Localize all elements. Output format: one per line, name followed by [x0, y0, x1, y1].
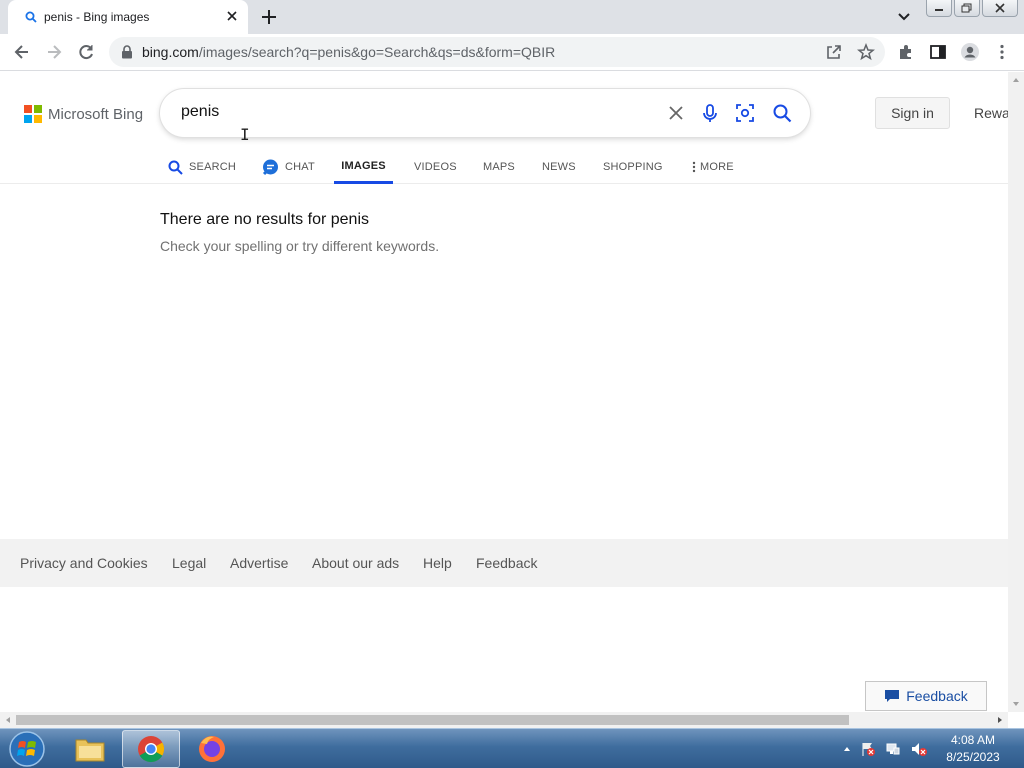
footer-link-privacy[interactable]: Privacy and Cookies: [20, 555, 148, 571]
scroll-right-icon[interactable]: [992, 712, 1008, 728]
extensions-icon[interactable]: [896, 42, 916, 62]
scroll-down-icon[interactable]: [1008, 696, 1024, 712]
tab-title: penis - Bing images: [44, 10, 150, 24]
search-icon: [25, 11, 37, 23]
visual-search-icon[interactable]: [735, 103, 755, 123]
tab-shopping[interactable]: SHOPPING: [603, 150, 663, 184]
search-icon: [168, 160, 183, 175]
chat-icon: [262, 159, 278, 175]
scope-tabs: SEARCH CHAT IMAGES VIDEOS MAPS NEWS SHOP…: [0, 150, 1008, 184]
more-icon: [692, 161, 696, 173]
tab-strip: penis - Bing images: [0, 0, 1024, 34]
new-tab-icon[interactable]: [258, 6, 280, 28]
clock-date: 8/25/2023: [946, 750, 1000, 764]
chrome-icon: [138, 736, 165, 763]
forward-icon[interactable]: [44, 42, 64, 62]
search-box[interactable]: penis: [160, 89, 810, 137]
lock-icon[interactable]: [121, 45, 133, 59]
start-button-icon[interactable]: [6, 730, 48, 768]
scroll-left-icon[interactable]: [0, 712, 16, 728]
close-icon[interactable]: [224, 8, 240, 24]
bing-logo[interactable]: Microsoft Bing: [24, 105, 143, 123]
no-results-suggestion: Check your spelling or try different key…: [160, 238, 440, 254]
side-panel-icon[interactable]: [928, 42, 948, 62]
url-path: /images/search?q=penis&go=Search&qs=ds&f…: [198, 44, 556, 60]
taskbar-chrome[interactable]: [122, 730, 180, 768]
footer-link-feedback[interactable]: Feedback: [476, 555, 537, 571]
browser-toolbar: bing.com/images/search?q=penis&go=Search…: [0, 34, 1024, 71]
horizontal-scrollbar[interactable]: [0, 712, 1008, 728]
tab-search[interactable]: SEARCH: [168, 150, 236, 184]
back-icon[interactable]: [12, 42, 32, 62]
network-icon[interactable]: [885, 741, 901, 757]
minimize-icon: [935, 9, 943, 11]
clock-time: 4:08 AM: [950, 733, 996, 747]
restore-icon: [961, 3, 972, 13]
taskbar-clock[interactable]: 4:08 AM 8/25/2023: [940, 732, 1006, 766]
text-cursor-icon: I: [240, 125, 250, 144]
tab-more-label: MORE: [700, 161, 734, 173]
clear-icon[interactable]: [666, 103, 686, 123]
footer: Privacy and Cookies Legal Advertise Abou…: [0, 539, 1008, 587]
bing-page: Microsoft Bing penis Sign in Rewa SEARCH…: [0, 72, 1008, 712]
url-domain: bing.com: [142, 44, 199, 60]
tab-chat[interactable]: CHAT: [262, 150, 315, 184]
feedback-label: Feedback: [906, 688, 968, 704]
window-controls: [926, 0, 1018, 18]
search-icon[interactable]: [772, 103, 792, 123]
tab-search-label: SEARCH: [189, 161, 237, 173]
vertical-scrollbar[interactable]: [1008, 72, 1024, 712]
volume-muted-icon[interactable]: [910, 741, 928, 757]
close-icon: [995, 3, 1005, 13]
microphone-icon[interactable]: [700, 103, 720, 123]
tab-videos-label: VIDEOS: [414, 161, 457, 173]
footer-link-about-ads[interactable]: About our ads: [312, 555, 399, 571]
sign-in-button[interactable]: Sign in: [875, 97, 950, 129]
tab-news[interactable]: NEWS: [542, 150, 576, 184]
system-tray: [843, 737, 928, 761]
reload-icon[interactable]: [76, 42, 96, 62]
profile-icon[interactable]: [960, 42, 980, 62]
horizontal-scroll-thumb[interactable]: [16, 715, 849, 725]
search-input[interactable]: penis: [181, 103, 219, 121]
footer-link-advertise[interactable]: Advertise: [230, 555, 288, 571]
tab-more[interactable]: MORE: [692, 150, 734, 184]
folder-icon: [75, 739, 105, 762]
chevron-down-icon[interactable]: [895, 8, 913, 26]
tab-maps[interactable]: MAPS: [483, 150, 515, 184]
brand-name: Microsoft Bing: [48, 105, 144, 123]
firefox-icon: [199, 736, 225, 762]
minimize-button[interactable]: [926, 0, 952, 17]
scroll-up-icon[interactable]: [1008, 72, 1024, 88]
tab-news-label: NEWS: [542, 161, 576, 173]
url-text: bing.com/images/search?q=penis&go=Search…: [142, 44, 555, 60]
footer-link-legal[interactable]: Legal: [172, 555, 206, 571]
share-icon[interactable]: [825, 43, 843, 61]
menu-icon[interactable]: [992, 42, 1012, 62]
tab-shopping-label: SHOPPING: [603, 161, 663, 173]
feedback-button[interactable]: Feedback: [865, 681, 987, 711]
star-icon[interactable]: [857, 43, 875, 61]
tab-chat-label: CHAT: [285, 161, 315, 173]
tab-images-label: IMAGES: [341, 159, 386, 172]
tab-videos[interactable]: VIDEOS: [414, 150, 457, 184]
feedback-icon: [885, 690, 900, 702]
browser-tab[interactable]: penis - Bing images: [8, 0, 248, 34]
no-results-heading: There are no results for penis: [160, 211, 369, 228]
microsoft-logo-icon: [24, 105, 42, 123]
taskbar-explorer[interactable]: [61, 730, 119, 768]
rewards-link[interactable]: Rewa: [974, 105, 1008, 121]
restore-button[interactable]: [954, 0, 980, 17]
action-center-icon[interactable]: [860, 741, 876, 757]
close-window-button[interactable]: [982, 0, 1018, 17]
tray-expand-icon[interactable]: [843, 745, 851, 753]
taskbar-firefox[interactable]: [183, 730, 241, 768]
address-bar[interactable]: bing.com/images/search?q=penis&go=Search…: [109, 37, 885, 67]
footer-link-help[interactable]: Help: [423, 555, 452, 571]
windows-taskbar: 4:08 AM 8/25/2023: [0, 728, 1024, 768]
tab-maps-label: MAPS: [483, 161, 515, 173]
tab-images[interactable]: IMAGES: [334, 150, 393, 184]
